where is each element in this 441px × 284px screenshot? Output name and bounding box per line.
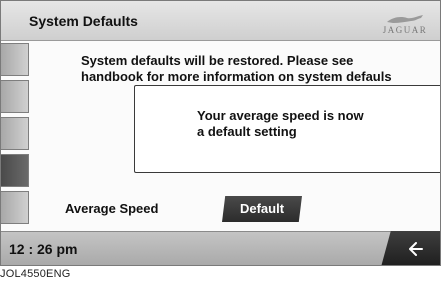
softkey-1[interactable] xyxy=(1,43,29,76)
popup-text: Your average speed is now a default sett… xyxy=(197,108,364,139)
touchscreen-display: System Defaults JAGUAR System defaults w… xyxy=(0,0,441,266)
logo-wordmark: JAGUAR xyxy=(382,25,428,35)
softkey-2[interactable] xyxy=(1,80,29,113)
jaguar-logo: JAGUAR xyxy=(376,5,434,35)
footer-bar: 12 : 26 pm xyxy=(1,231,440,265)
header-bar: System Defaults JAGUAR xyxy=(1,1,440,41)
page-title: System Defaults xyxy=(29,13,138,29)
setting-label: Average Speed xyxy=(65,201,159,216)
softkey-3[interactable] xyxy=(1,117,29,150)
softkey-4[interactable] xyxy=(1,154,29,187)
restore-message: System defaults will be restored. Please… xyxy=(81,53,440,85)
default-button[interactable]: Default xyxy=(222,196,302,222)
message-line-1: System defaults will be restored. Please… xyxy=(81,53,354,68)
notification-popup: Your average speed is now a default sett… xyxy=(134,85,440,173)
message-line-2: handbook for more information on system … xyxy=(81,69,392,84)
back-button[interactable] xyxy=(381,231,440,265)
softkey-5[interactable] xyxy=(1,191,29,224)
clock: 12 : 26 pm xyxy=(9,241,78,257)
jaguar-leaper-icon xyxy=(387,15,423,23)
softkey-strip xyxy=(1,41,31,231)
figure-reference: JOL4550ENG xyxy=(0,268,71,280)
back-arrow-icon xyxy=(408,242,423,256)
